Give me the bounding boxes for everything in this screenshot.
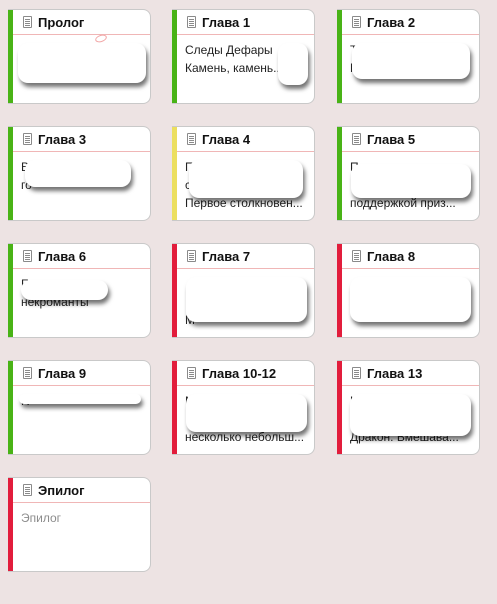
document-icon [23, 133, 32, 145]
redaction-overlay [351, 164, 471, 198]
card-header: Глава 3 [13, 127, 150, 152]
chapter-card[interactable]: Глава 4ПсПервое столкновен... [172, 126, 315, 221]
chapter-card[interactable]: Глава 1 Следы Дефары Камень, камень... [172, 9, 315, 104]
chapter-card[interactable]: Глава 7 М [172, 243, 315, 338]
redaction-overlay [186, 394, 307, 432]
document-icon [352, 250, 361, 262]
chapter-card[interactable]: ПрологГДефарой, та полу... [8, 9, 151, 104]
card-title: Глава 9 [38, 365, 87, 381]
document-icon [352, 133, 361, 145]
document-icon [187, 367, 196, 379]
card-header: Глава 7 [177, 244, 314, 269]
card-header: Глава 5 [342, 127, 479, 152]
card-title: Глава 1 [202, 14, 251, 30]
redaction-overlay [19, 394, 141, 404]
document-icon [23, 367, 32, 379]
chapter-card[interactable]: Глава 8 [337, 243, 480, 338]
redaction-overlay [350, 277, 471, 322]
card-header: Глава 10-12 [177, 361, 314, 386]
redaction-overlay [352, 43, 470, 79]
document-icon [352, 367, 361, 379]
document-icon [187, 133, 196, 145]
document-icon [23, 250, 32, 262]
card-header: Глава 8 [342, 244, 479, 269]
chapter-card[interactable]: Глава 3Ваго [8, 126, 151, 221]
card-title: Глава 8 [367, 248, 416, 264]
card-title: Глава 13 [367, 365, 423, 381]
card-title: Эпилог [38, 482, 85, 498]
redaction-overlay [25, 160, 131, 187]
chapter-card[interactable]: Глава 5Путь к поддержкой приз... [337, 126, 480, 221]
synopsis-line: Эпилог [21, 511, 62, 525]
chapter-card[interactable]: Эпилог Эпилог [8, 477, 151, 572]
card-header: Глава 9 [13, 361, 150, 386]
card-synopsis[interactable]: Эпилог [21, 509, 144, 527]
card-header: Глава 6 [13, 244, 150, 269]
card-title: Глава 10-12 [202, 365, 277, 381]
document-icon [187, 16, 196, 28]
chapter-card[interactable]: Глава 2ТМ [337, 9, 480, 104]
document-icon [352, 16, 361, 28]
card-title: Глава 3 [38, 131, 87, 147]
document-icon [187, 250, 196, 262]
redaction-overlay [186, 277, 307, 322]
card-header: Глава 13 [342, 361, 479, 386]
card-header: Эпилог [13, 478, 150, 503]
card-title: Пролог [38, 14, 85, 30]
redaction-overlay [18, 43, 146, 83]
redaction-overlay [21, 280, 108, 300]
card-header: Глава 1 [177, 10, 314, 35]
card-title: Глава 7 [202, 248, 251, 264]
card-header: Пролог [13, 10, 150, 35]
card-title: Глава 4 [202, 131, 251, 147]
card-title: Глава 6 [38, 248, 87, 264]
document-icon [23, 16, 32, 28]
card-header: Глава 2 [342, 10, 479, 35]
card-title: Глава 5 [367, 131, 416, 147]
card-header: Глава 4 [177, 127, 314, 152]
redaction-overlay [189, 160, 303, 198]
chapter-card[interactable]: Глава 10-12М несколько небольш... [172, 360, 315, 455]
redaction-overlay [350, 394, 471, 436]
redaction-overlay [278, 43, 308, 85]
document-icon [23, 484, 32, 496]
chapter-card[interactable]: Глава 9П [8, 360, 151, 455]
chapter-card[interactable]: Глава 13К Дракон. Вмешава... [337, 360, 480, 455]
card-title: Глава 2 [367, 14, 416, 30]
chapter-card[interactable]: Глава 6Fнекроманты [8, 243, 151, 338]
